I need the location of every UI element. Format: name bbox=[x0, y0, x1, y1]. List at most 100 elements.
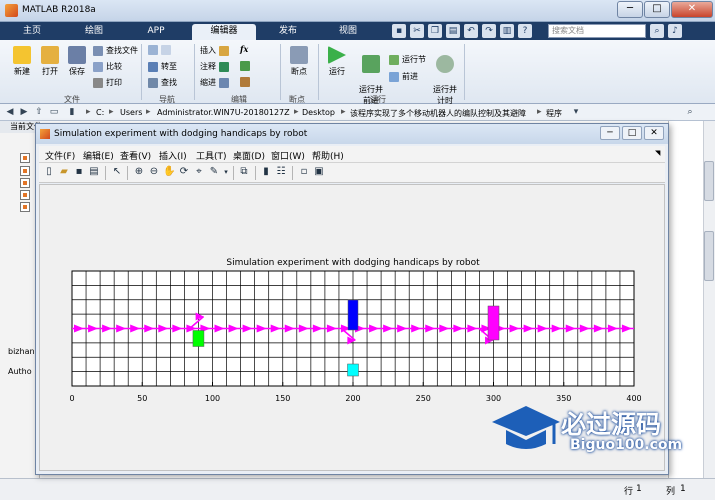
menu-help[interactable]: 帮助(H) bbox=[312, 149, 344, 162]
run-button[interactable]: 运行 bbox=[322, 46, 352, 77]
save-button[interactable]: 保存 bbox=[63, 46, 91, 77]
zoom-out-icon[interactable]: ⊖ bbox=[148, 166, 160, 178]
path-dropdown-icon[interactable]: ▾ bbox=[570, 107, 582, 118]
figure-minimize-button[interactable]: ─ bbox=[600, 126, 620, 140]
insert-icon bbox=[219, 45, 229, 56]
goto-button[interactable]: 转至 bbox=[148, 61, 177, 72]
mfile-icon[interactable] bbox=[20, 153, 30, 163]
mfile-icon[interactable] bbox=[20, 166, 30, 176]
menu-tools[interactable]: 工具(T) bbox=[196, 149, 227, 162]
new-figure-icon[interactable]: ▯ bbox=[43, 166, 55, 178]
scrollbar-thumb[interactable] bbox=[704, 161, 714, 201]
minimize-button[interactable]: ─ bbox=[617, 1, 643, 18]
menu-desktop[interactable]: 桌面(D) bbox=[233, 149, 265, 162]
dock-arrow-icon[interactable]: ◥ bbox=[655, 149, 660, 157]
breadcrumb-users[interactable]: Users bbox=[120, 108, 142, 117]
tab-editor[interactable]: 编辑器 bbox=[192, 24, 256, 40]
search-folder-icon[interactable]: ⌕ bbox=[684, 107, 696, 118]
search-documentation-input[interactable]: 搜索文档 bbox=[548, 24, 646, 38]
brush-icon[interactable]: ✎ bbox=[208, 166, 220, 178]
root-folder-icon[interactable]: ▮ bbox=[66, 107, 78, 118]
rotate-3d-icon[interactable]: ⟳ bbox=[178, 166, 190, 178]
paste-icon[interactable]: ▤ bbox=[446, 24, 460, 38]
breadcrumb-desktop[interactable]: Desktop bbox=[302, 108, 335, 117]
zoom-in-icon[interactable]: ⊕ bbox=[133, 166, 145, 178]
back-forward-buttons[interactable] bbox=[148, 45, 171, 55]
find-icon bbox=[148, 77, 158, 88]
legend-icon[interactable]: ☷ bbox=[275, 166, 287, 178]
cut-icon[interactable]: ✂ bbox=[410, 24, 424, 38]
percent-comment-button[interactable] bbox=[240, 61, 250, 71]
print-figure-icon[interactable]: ▤ bbox=[88, 166, 100, 178]
menu-window[interactable]: 窗口(W) bbox=[271, 149, 305, 162]
hide-plot-tools-icon[interactable]: ▫ bbox=[298, 166, 310, 178]
indent-button[interactable]: 缩进 bbox=[200, 77, 229, 88]
open-file-icon[interactable]: ▰ bbox=[58, 166, 70, 178]
open-button[interactable]: 打开 bbox=[36, 46, 64, 77]
breadcrumb-user[interactable]: Administrator.WIN7U-20180127Z bbox=[157, 108, 290, 117]
breadcrumb-project[interactable]: 该程序实现了多个移动机器人的编队控制及其避障 bbox=[350, 108, 526, 119]
brush-dropdown-icon[interactable]: ▾ bbox=[220, 166, 232, 178]
colorbar-icon[interactable]: ▮ bbox=[260, 166, 272, 178]
tab-home[interactable]: 主页 bbox=[6, 24, 58, 40]
figure-maximize-button[interactable]: □ bbox=[622, 126, 642, 140]
print-button[interactable]: 打印 bbox=[93, 77, 122, 88]
insert-button[interactable]: 插入 bbox=[200, 45, 229, 56]
new-file-icon bbox=[13, 46, 31, 64]
scrollbar-thumb[interactable] bbox=[704, 231, 714, 281]
menu-insert[interactable]: 插入(I) bbox=[159, 149, 187, 162]
help-icon[interactable]: ? bbox=[518, 24, 532, 38]
smart-indent-button[interactable] bbox=[240, 77, 250, 87]
menu-file[interactable]: 文件(F) bbox=[45, 149, 75, 162]
link-plot-icon[interactable]: ⧉ bbox=[238, 166, 250, 178]
mfile-icon[interactable] bbox=[20, 202, 30, 212]
obstacle-magenta bbox=[487, 305, 500, 341]
search-icon[interactable]: ⌕ bbox=[650, 24, 664, 38]
data-cursor-icon[interactable]: ⌖ bbox=[193, 166, 205, 178]
menu-view[interactable]: 查看(V) bbox=[120, 149, 151, 162]
close-button[interactable]: ✕ bbox=[671, 1, 713, 18]
insert-function-button[interactable]: fx bbox=[240, 44, 248, 54]
tab-view[interactable]: 视图 bbox=[322, 24, 374, 40]
matlab-logo-icon bbox=[5, 4, 18, 17]
tab-apps[interactable]: APP bbox=[130, 24, 182, 40]
run-and-time-button[interactable]: 运行并 计时 bbox=[428, 46, 462, 106]
switch-windows-icon[interactable]: ▥ bbox=[500, 24, 514, 38]
find-button[interactable]: 查找 bbox=[148, 77, 177, 88]
advance-button[interactable]: 前进 bbox=[389, 71, 418, 82]
tab-plots[interactable]: 绘图 bbox=[68, 24, 120, 40]
new-button[interactable]: 新建 bbox=[8, 46, 36, 77]
copy-icon[interactable]: ❐ bbox=[428, 24, 442, 38]
comment-button[interactable]: 注释 bbox=[200, 61, 229, 72]
breadcrumb-drive[interactable]: C: bbox=[96, 108, 104, 117]
save-icon[interactable]: ▪ bbox=[392, 24, 406, 38]
browse-folder-icon[interactable]: ▭ bbox=[48, 107, 60, 118]
menu-edit[interactable]: 编辑(E) bbox=[83, 149, 114, 162]
undo-icon[interactable]: ↶ bbox=[464, 24, 478, 38]
compare-button[interactable]: 比较 bbox=[93, 61, 122, 72]
back-icon[interactable]: ◀ bbox=[4, 107, 16, 118]
figure-close-button[interactable]: ✕ bbox=[644, 126, 664, 140]
edit-plot-icon[interactable]: ↖ bbox=[111, 166, 123, 178]
show-plot-tools-icon[interactable]: ▣ bbox=[313, 166, 325, 178]
window-title: MATLAB R2018a bbox=[22, 5, 96, 15]
breadcrumb-program[interactable]: 程序 bbox=[546, 108, 562, 119]
up-folder-icon[interactable]: ⇧ bbox=[33, 107, 45, 118]
mfile-icon[interactable] bbox=[20, 178, 30, 188]
ribbon-tab-bar: 主页 绘图 APP 编辑器 发布 视图 ▪ ✂ ❐ ▤ ↶ ↷ ▥ ? 搜索文档… bbox=[0, 22, 715, 40]
save-figure-icon[interactable]: ▪ bbox=[73, 166, 85, 178]
breakpoints-button[interactable]: 断点 bbox=[284, 46, 314, 77]
open-folder-icon bbox=[41, 46, 59, 64]
current-folder-header: 当前文件夹 bbox=[0, 121, 40, 133]
maximize-button[interactable]: □ bbox=[644, 1, 670, 18]
forward-icon[interactable]: ▶ bbox=[18, 107, 30, 118]
find-files-button[interactable]: 查找文件 bbox=[93, 45, 138, 56]
mfile-icon[interactable] bbox=[20, 190, 30, 200]
run-section-button[interactable]: 运行节 bbox=[389, 54, 426, 65]
pan-icon[interactable]: ✋ bbox=[163, 166, 175, 178]
redo-icon[interactable]: ↷ bbox=[482, 24, 496, 38]
vertical-scrollbar[interactable] bbox=[703, 121, 715, 486]
tab-publish[interactable]: 发布 bbox=[262, 24, 314, 40]
ribbon-separator bbox=[318, 44, 319, 100]
notification-icon[interactable]: ♪ bbox=[668, 24, 682, 38]
